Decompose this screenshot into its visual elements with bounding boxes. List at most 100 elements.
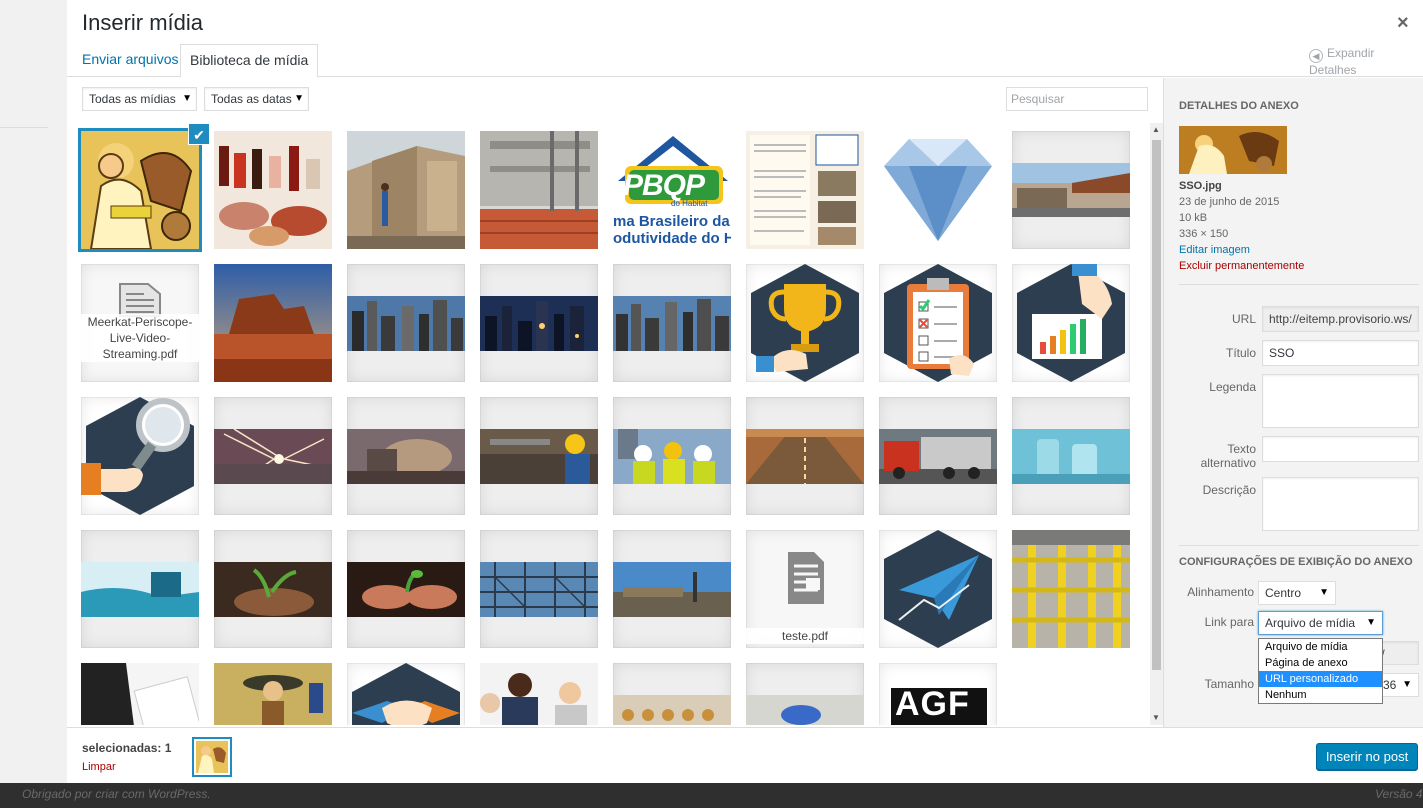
media-item-plant-hands[interactable] (214, 530, 332, 648)
grid-scrollbar[interactable]: ▲ ▼ (1150, 123, 1163, 725)
pbqp-line-1: ma Brasileiro da Q (613, 213, 731, 230)
media-item-pbqp-logo[interactable]: PBQP do Habitat ma Brasileiro da Q oduti… (613, 131, 731, 249)
handshake-icon (352, 663, 460, 725)
factory-line-image (1012, 530, 1130, 648)
industrial-site-image (613, 562, 731, 617)
media-item-gloves-factory[interactable] (746, 663, 864, 725)
pbqp-document-image (746, 131, 864, 249)
media-item-checklist[interactable] (879, 264, 997, 382)
media-item-pdf-file-2[interactable]: teste.pdf (746, 530, 864, 648)
pbqp-line-2: odutividade do Ha (613, 230, 731, 247)
search-input[interactable]: Pesquisar (1006, 87, 1148, 111)
media-item-magnifier[interactable] (81, 397, 199, 515)
media-item-city-skyline[interactable] (347, 264, 465, 382)
link-to-select[interactable]: Arquivo de mídia ▼ (1258, 611, 1383, 635)
media-item-diamond[interactable] (879, 131, 997, 249)
date-value: Todas as datas (211, 92, 292, 106)
media-item-highway[interactable] (746, 397, 864, 515)
pdf-filename: Meerkat-Periscope-Live-Video-Streaming.p… (81, 314, 199, 362)
media-item-trophy[interactable] (746, 264, 864, 382)
media-item-industrial-site[interactable] (613, 530, 731, 648)
selection-thumbnail[interactable] (192, 737, 232, 777)
media-item-lab-glass[interactable] (1012, 397, 1130, 515)
welding-sparks-image (214, 429, 332, 484)
media-modal: Inserir mídia × Enviar arquivos Bibliote… (67, 0, 1423, 783)
media-item-agf-logo[interactable]: AGF (879, 663, 997, 725)
link-option-media-file[interactable]: Arquivo de mídia (1259, 639, 1382, 655)
lab-research-image (81, 562, 199, 617)
insert-into-post-button[interactable]: Inserir no post (1316, 743, 1418, 771)
document-icon (119, 283, 161, 317)
media-item-seedling-hands[interactable] (347, 530, 465, 648)
display-settings-heading: Configurações de exibição do anexo (1179, 556, 1413, 568)
media-item-city-skyline-2[interactable] (613, 264, 731, 382)
media-item-business-suit[interactable] (81, 663, 199, 725)
media-item-factory-line[interactable] (1012, 530, 1130, 648)
expand-details-button[interactable]: ◀ Expandir Detalhes (1309, 46, 1423, 77)
media-item-worker-illustration[interactable] (78, 128, 202, 252)
scroll-down-icon[interactable]: ▼ (1152, 713, 1160, 722)
media-item-food-production[interactable] (613, 663, 731, 725)
selected-check-icon[interactable]: ✔ (188, 123, 210, 145)
media-item-construction-workers[interactable] (480, 397, 598, 515)
pdf-filename: teste.pdf (746, 628, 864, 644)
cartoon-figure-image (214, 663, 332, 725)
attachment-details-sidebar: Detalhes do anexo SSO.jpg 23 de junho de… (1163, 78, 1423, 727)
city-night-image (480, 296, 598, 351)
media-item-chart[interactable] (1012, 264, 1130, 382)
caption-field[interactable] (1262, 374, 1419, 428)
media-item-lab-research[interactable] (81, 530, 199, 648)
business-people-image (480, 663, 598, 725)
link-to-value: Arquivo de mídia (1265, 616, 1356, 630)
edit-image-link[interactable]: Editar imagem (1179, 242, 1304, 258)
divider (1179, 284, 1419, 285)
date-filter[interactable]: Todas as datas ▼ (204, 87, 309, 111)
construction-workers-image (480, 429, 598, 484)
media-item-welder-working[interactable] (347, 397, 465, 515)
media-item-pdf-file[interactable]: Meerkat-Periscope-Live-Video-Streaming.p… (81, 264, 199, 382)
alt-label-line-2: alternativo (1200, 456, 1256, 470)
media-item-workers-helmets[interactable] (613, 397, 731, 515)
media-type-filter[interactable]: Todas as mídias ▼ (82, 87, 197, 111)
media-item-pbqp-document[interactable] (746, 131, 864, 249)
description-field[interactable] (1262, 477, 1419, 531)
media-item-construction-wall[interactable] (347, 131, 465, 249)
link-option-custom-url[interactable]: URL personalizado (1259, 671, 1382, 687)
media-item-paper-plane[interactable] (879, 530, 997, 648)
media-item-handshake[interactable] (347, 663, 465, 725)
media-type-value: Todas as mídias (89, 92, 176, 106)
alt-text-field[interactable] (1262, 436, 1419, 462)
title-label: Título (1225, 346, 1256, 360)
media-item-business-people[interactable] (480, 663, 598, 725)
clear-selection-link[interactable]: Limpar (82, 761, 116, 773)
modal-title: Inserir mídia (82, 10, 204, 35)
size-label: Tamanho (1204, 677, 1254, 691)
media-item-food-products[interactable] (214, 131, 332, 249)
media-bottom-toolbar: selecionadas: 1 Limpar Inserir no post (67, 727, 1423, 783)
highway-image (746, 429, 864, 484)
tab-upload-files[interactable]: Enviar arquivos (73, 44, 188, 78)
media-item-truck[interactable] (879, 397, 997, 515)
tab-media-library[interactable]: Biblioteca de mídia (180, 44, 319, 78)
media-item-scaffolding[interactable] (480, 530, 598, 648)
details-heading: Detalhes do anexo (1179, 100, 1299, 112)
city-skyline-image (347, 296, 465, 351)
link-option-attachment-page[interactable]: Página de anexo (1259, 655, 1382, 671)
media-item-desert-canyon[interactable] (214, 264, 332, 382)
alignment-select[interactable]: Centro ▼ (1258, 581, 1336, 605)
media-item-city-night[interactable] (480, 264, 598, 382)
media-item-cartoon-figure[interactable] (214, 663, 332, 725)
close-icon[interactable]: × (1397, 12, 1409, 35)
media-item-welding-sparks[interactable] (214, 397, 332, 515)
caption-label: Legenda (1209, 380, 1256, 394)
link-option-none[interactable]: Nenhum (1259, 687, 1382, 703)
scroll-up-icon[interactable]: ▲ (1152, 125, 1160, 134)
title-field[interactable]: SSO (1262, 340, 1419, 366)
pbqp-brand-text: PBQP (623, 169, 705, 202)
url-field[interactable]: http://eitemp.provisorio.ws/ (1262, 306, 1419, 332)
attachment-thumbnail (1179, 126, 1287, 174)
media-item-brick-building[interactable] (480, 131, 598, 249)
scrollbar-thumb[interactable] (1152, 140, 1161, 670)
delete-permanently-link[interactable]: Excluir permanentemente (1179, 258, 1304, 274)
media-item-factory-building[interactable] (1012, 131, 1130, 249)
